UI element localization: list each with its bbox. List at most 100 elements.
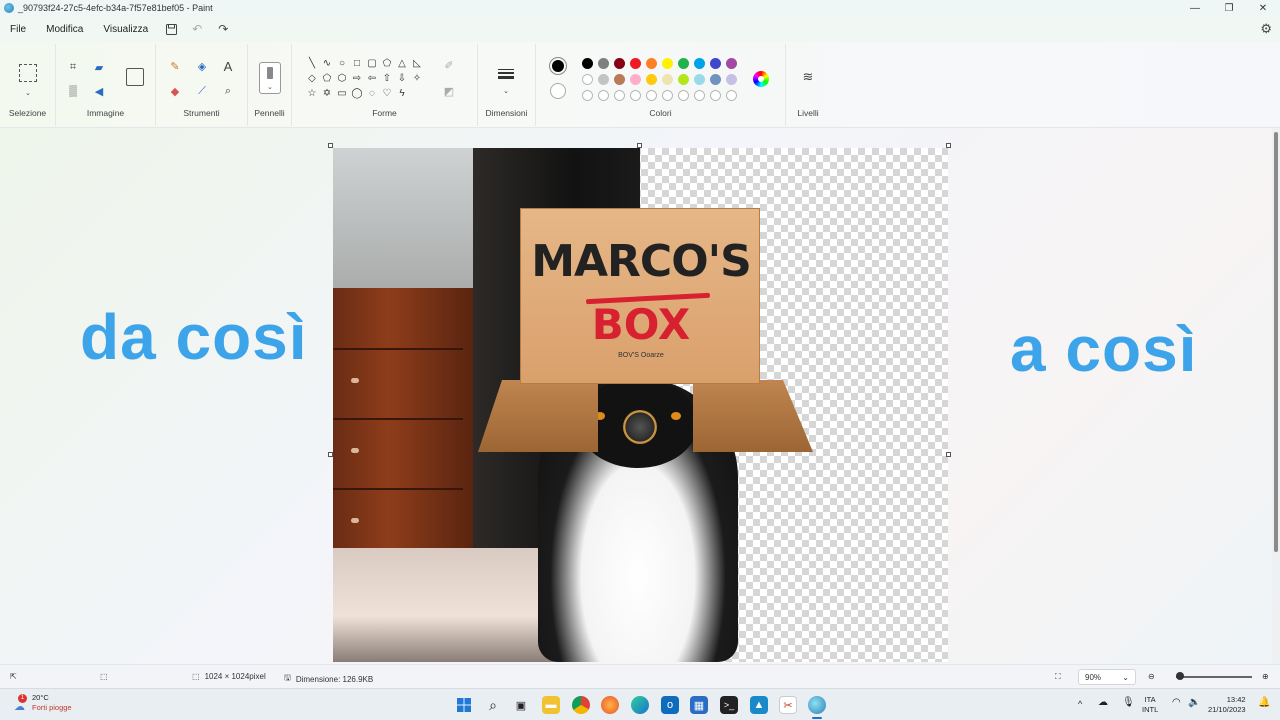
resize-handle-top-right[interactable]	[946, 143, 951, 148]
palette-color-swatch[interactable]	[598, 58, 609, 69]
search-icon[interactable]: ⌕	[484, 696, 502, 714]
palette-empty-swatch[interactable]	[614, 90, 625, 101]
onedrive-cloud-icon[interactable]: ☁	[1098, 698, 1108, 708]
resize-handle-left[interactable]	[328, 452, 333, 457]
image-select-icon[interactable]	[126, 68, 144, 86]
palette-empty-swatch[interactable]	[694, 90, 705, 101]
line-size-icon[interactable]	[498, 69, 514, 79]
palette-empty-swatch[interactable]	[726, 90, 737, 101]
callout-oval-shape-icon[interactable]: ◯	[351, 87, 363, 99]
select-chevron-down-icon[interactable]: ⌄	[19, 84, 37, 102]
pencil-icon[interactable]: ✎	[166, 57, 184, 75]
color-picker-icon[interactable]: ⟋	[193, 82, 211, 100]
triangle-shape-icon[interactable]: △	[396, 57, 408, 69]
hexagon-shape-icon[interactable]: ⬡	[336, 72, 348, 84]
palette-color-swatch[interactable]	[582, 58, 593, 69]
crop-icon[interactable]: ⌗	[64, 58, 82, 76]
palette-color-swatch[interactable]	[710, 74, 721, 85]
callout-rect-shape-icon[interactable]: ▭	[336, 87, 348, 99]
shape-outline-icon[interactable]: ✐	[440, 56, 458, 74]
right-triangle-shape-icon[interactable]: ◺	[411, 57, 423, 69]
task-view-icon[interactable]: ▣	[512, 696, 530, 714]
palette-color-swatch[interactable]	[582, 74, 593, 85]
resize-handle-top-left[interactable]	[328, 143, 333, 148]
tray-chevron-up-icon[interactable]: ^	[1078, 699, 1082, 709]
four-point-star-shape-icon[interactable]: ✧	[411, 72, 423, 84]
store-icon[interactable]: ▦	[690, 696, 708, 714]
paint-taskbar-icon[interactable]	[808, 696, 826, 714]
primary-color-swatch[interactable]	[549, 57, 567, 75]
size-chevron-down-icon[interactable]: ⌄	[497, 82, 515, 100]
vertical-scrollbar[interactable]	[1272, 128, 1280, 664]
scrollbar-thumb[interactable]	[1274, 132, 1278, 552]
palette-empty-swatch[interactable]	[678, 90, 689, 101]
palette-color-swatch[interactable]	[694, 58, 705, 69]
photos-icon[interactable]: ▲	[750, 696, 768, 714]
five-point-star-shape-icon[interactable]: ☆	[306, 87, 318, 99]
windows-start-icon[interactable]	[455, 696, 473, 714]
zoom-slider-thumb[interactable]	[1176, 672, 1184, 680]
wifi-icon[interactable]: ◠	[1172, 698, 1181, 708]
layers-icon[interactable]: ≋	[799, 68, 817, 86]
firefox-icon[interactable]	[601, 696, 619, 714]
terminal-icon[interactable]: >_	[720, 696, 738, 714]
secondary-color-swatch[interactable]	[550, 83, 566, 99]
zoom-out-icon[interactable]: ⊖	[1148, 672, 1155, 681]
zoom-in-icon[interactable]: ⊕	[1262, 672, 1269, 681]
close-button[interactable]: ✕	[1246, 0, 1280, 16]
palette-empty-swatch[interactable]	[630, 90, 641, 101]
palette-color-swatch[interactable]	[646, 58, 657, 69]
notification-bell-icon[interactable]: 🔔	[1258, 698, 1270, 708]
chrome-icon[interactable]	[572, 696, 590, 714]
settings-gear-icon[interactable]: ⚙	[1260, 21, 1272, 37]
palette-color-swatch[interactable]	[630, 74, 641, 85]
palette-color-swatch[interactable]	[710, 58, 721, 69]
rotate-icon[interactable]: ◀	[90, 82, 108, 100]
palette-empty-swatch[interactable]	[710, 90, 721, 101]
fit-to-window-icon[interactable]: ⛶	[1055, 672, 1061, 682]
palette-color-swatch[interactable]	[630, 58, 641, 69]
eraser-icon[interactable]: ◆	[166, 82, 184, 100]
edge-icon[interactable]	[631, 696, 649, 714]
remove-background-icon[interactable]: ▒	[64, 82, 82, 100]
polygon-shape-icon[interactable]: ⬠	[381, 57, 393, 69]
palette-color-swatch[interactable]	[726, 58, 737, 69]
zoom-select[interactable]: 90% ⌄	[1078, 669, 1136, 685]
palette-empty-swatch[interactable]	[598, 90, 609, 101]
text-icon[interactable]: A	[219, 57, 237, 75]
palette-color-swatch[interactable]	[726, 74, 737, 85]
six-point-star-shape-icon[interactable]: ✡	[321, 87, 333, 99]
outlook-icon[interactable]: o	[661, 696, 679, 714]
palette-color-swatch[interactable]	[614, 58, 625, 69]
canvas-area[interactable]: da così a così MARCO'S BOX BOV'S Ooarze	[0, 128, 1272, 664]
palette-empty-swatch[interactable]	[582, 90, 593, 101]
image-canvas[interactable]: MARCO'S BOX BOV'S Ooarze	[333, 148, 948, 662]
arrow-right-shape-icon[interactable]: ⇨	[351, 72, 363, 84]
pentagon-shape-icon[interactable]: ⬠	[321, 72, 333, 84]
minimize-button[interactable]: —	[1178, 0, 1212, 16]
select-rectangle-icon[interactable]	[19, 64, 37, 82]
fill-bucket-icon[interactable]: ◈	[193, 57, 211, 75]
rounded-rectangle-shape-icon[interactable]: ▢	[366, 57, 378, 69]
volume-icon[interactable]: 🔈	[1188, 698, 1200, 708]
palette-empty-swatch[interactable]	[662, 90, 673, 101]
brush-icon[interactable]: ⌄	[259, 62, 281, 94]
arrow-up-shape-icon[interactable]: ⇧	[381, 72, 393, 84]
arrow-left-shape-icon[interactable]: ⇦	[366, 72, 378, 84]
palette-color-swatch[interactable]	[646, 74, 657, 85]
zoom-slider-track[interactable]	[1176, 676, 1252, 678]
palette-color-swatch[interactable]	[678, 58, 689, 69]
callout-cloud-shape-icon[interactable]: ◌	[366, 87, 378, 99]
diamond-shape-icon[interactable]: ◇	[306, 72, 318, 84]
palette-color-swatch[interactable]	[694, 74, 705, 85]
resize-icon[interactable]: ▰	[90, 58, 108, 76]
clock[interactable]: 13:42 21/10/2023	[1208, 695, 1246, 715]
resize-handle-right[interactable]	[946, 452, 951, 457]
palette-color-swatch[interactable]	[662, 58, 673, 69]
snipping-tool-icon[interactable]: ✂	[779, 696, 797, 714]
heart-shape-icon[interactable]: ♡	[381, 87, 393, 99]
edit-colors-icon[interactable]	[753, 71, 769, 87]
magnifier-icon[interactable]: ⌕	[219, 82, 237, 100]
file-explorer-icon[interactable]: ▬	[542, 696, 560, 714]
save-icon[interactable]	[158, 16, 184, 42]
